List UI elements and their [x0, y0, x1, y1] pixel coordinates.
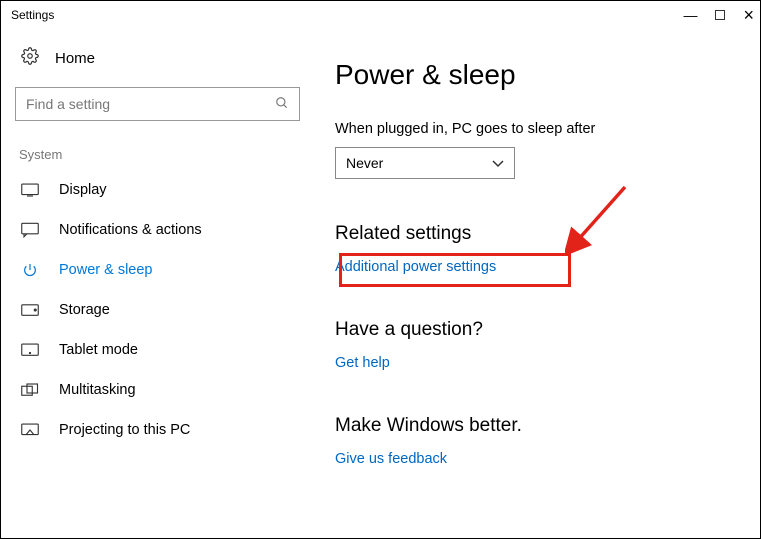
sleep-field-label: When plugged in, PC goes to sleep after	[335, 121, 736, 137]
get-help-link[interactable]: Get help	[335, 355, 736, 371]
related-settings-head: Related settings	[335, 223, 736, 245]
sidebar-item-tablet-mode[interactable]: Tablet mode	[15, 330, 297, 370]
nav-label: Multitasking	[59, 382, 136, 398]
sleep-select[interactable]: Never	[335, 147, 515, 179]
notifications-icon	[21, 222, 39, 238]
sidebar: Home Find a setting System Display Notif…	[1, 29, 311, 538]
chevron-down-icon	[492, 155, 504, 171]
search-input[interactable]: Find a setting	[15, 87, 300, 121]
nav-label: Tablet mode	[59, 342, 138, 358]
sidebar-item-notifications[interactable]: Notifications & actions	[15, 210, 297, 250]
sidebar-section-label: System	[19, 147, 297, 162]
window-controls: — ×	[683, 7, 754, 23]
tablet-icon	[21, 342, 39, 358]
multitasking-icon	[21, 382, 39, 398]
close-button[interactable]: ×	[743, 10, 754, 20]
better-head: Make Windows better.	[335, 415, 736, 437]
nav-label: Storage	[59, 302, 110, 318]
storage-icon	[21, 302, 39, 318]
search-icon	[275, 96, 289, 113]
page-title: Power & sleep	[335, 59, 736, 91]
projecting-icon	[21, 422, 39, 438]
power-icon	[21, 262, 39, 278]
sidebar-item-home[interactable]: Home	[15, 41, 297, 87]
sidebar-item-storage[interactable]: Storage	[15, 290, 297, 330]
titlebar: Settings — ×	[1, 1, 760, 29]
sidebar-item-power-sleep[interactable]: Power & sleep	[15, 250, 297, 290]
nav-label: Power & sleep	[59, 262, 153, 278]
question-head: Have a question?	[335, 319, 736, 341]
gear-icon	[21, 47, 39, 69]
sidebar-item-projecting[interactable]: Projecting to this PC	[15, 410, 297, 450]
sidebar-item-display[interactable]: Display	[15, 170, 297, 210]
nav-label: Display	[59, 182, 107, 198]
window-title: Settings	[11, 8, 54, 22]
main-panel: Power & sleep When plugged in, PC goes t…	[311, 29, 760, 538]
sidebar-item-multitasking[interactable]: Multitasking	[15, 370, 297, 410]
display-icon	[21, 182, 39, 198]
maximize-button[interactable]	[715, 10, 725, 20]
home-label: Home	[55, 50, 95, 67]
nav-label: Projecting to this PC	[59, 422, 190, 438]
minimize-button[interactable]: —	[683, 7, 697, 23]
search-placeholder: Find a setting	[26, 96, 110, 112]
additional-power-settings-link[interactable]: Additional power settings	[335, 259, 736, 275]
sleep-select-value: Never	[346, 155, 383, 171]
nav-label: Notifications & actions	[59, 222, 202, 238]
feedback-link[interactable]: Give us feedback	[335, 451, 736, 467]
